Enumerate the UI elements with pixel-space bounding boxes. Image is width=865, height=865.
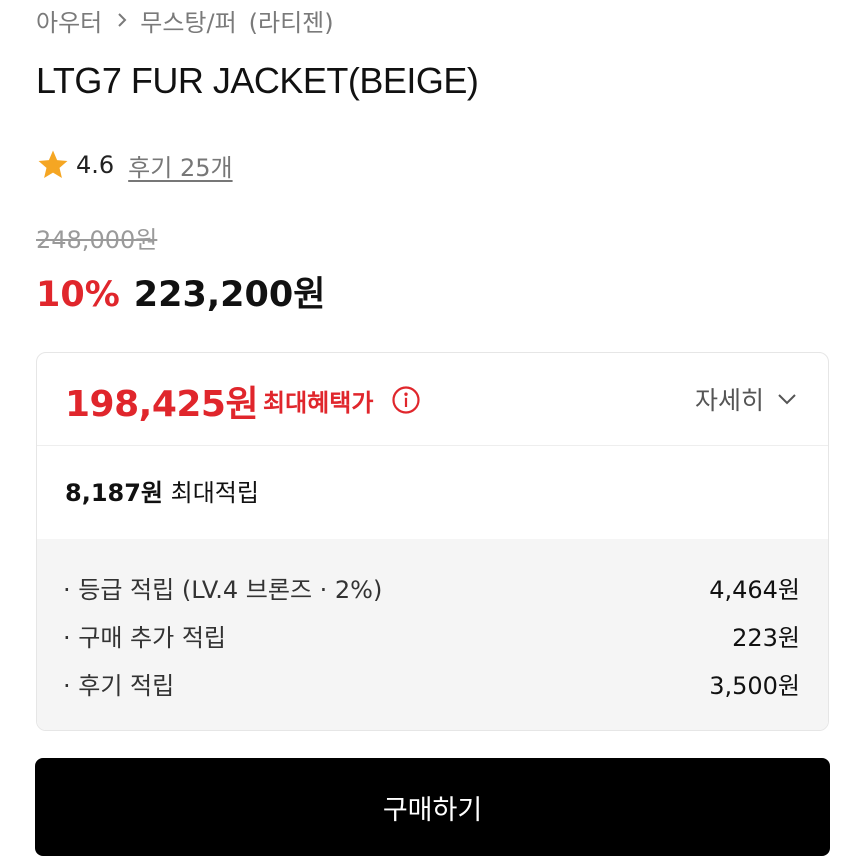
sale-price-row: 10% 223,200원	[36, 266, 325, 317]
best-price: 198,425원	[65, 384, 259, 425]
chevron-right-icon	[114, 12, 130, 28]
max-points-label: 최대적립	[170, 479, 259, 507]
points-line-label: · 구매 추가 적립	[63, 623, 226, 652]
benefit-card: 198,425원 최대혜택가 자세히 8,187원 최대적립 · 등급 적립 (…	[36, 352, 829, 731]
star-icon	[38, 150, 68, 179]
points-breakdown: · 등급 적립 (LV.4 브론즈 · 2%) 4,464원 · 구매 추가 적…	[37, 539, 828, 730]
detail-toggle-button[interactable]: 자세히	[695, 381, 798, 417]
points-line-value: 3,500원	[709, 671, 800, 700]
reviews-link[interactable]: 후기 25개	[128, 148, 232, 183]
max-points-amount: 8,187원	[65, 479, 163, 507]
discount-percent: 10%	[36, 275, 120, 315]
chevron-down-icon	[778, 394, 796, 405]
points-line-label: · 등급 적립 (LV.4 브론즈 · 2%)	[63, 575, 383, 604]
points-line-review: · 후기 적립 3,500원	[63, 665, 800, 701]
product-title: LTG7 FUR JACKET(BEIGE)	[36, 60, 479, 101]
benefit-card-header: 198,425원 최대혜택가 자세히	[37, 353, 828, 446]
sale-price: 223,200원	[133, 275, 326, 315]
points-line-label: · 후기 적립	[63, 671, 175, 700]
original-price: 248,000원	[36, 226, 158, 254]
points-line-value: 4,464원	[709, 575, 800, 604]
info-icon[interactable]	[391, 385, 421, 415]
points-line-purchase: · 구매 추가 적립 223원	[63, 617, 800, 653]
breadcrumb-category[interactable]: 아우터	[36, 3, 102, 38]
rating-score: 4.6	[76, 151, 115, 179]
breadcrumb-brand[interactable]: (라티젠)	[249, 3, 334, 38]
best-price-label: 최대혜택가	[263, 389, 374, 417]
points-line-value: 223원	[732, 623, 800, 652]
breadcrumb: 아우터 무스탕/퍼 (라티젠)	[36, 3, 334, 37]
max-points-row: 8,187원 최대적립	[65, 473, 259, 508]
rating-row: 4.6 후기 25개	[36, 146, 233, 184]
breadcrumb-subcategory[interactable]: 무스탕/퍼	[140, 3, 236, 38]
detail-label: 자세히	[694, 386, 764, 415]
buy-button[interactable]: 구매하기	[35, 758, 830, 856]
points-line-grade: · 등급 적립 (LV.4 브론즈 · 2%) 4,464원	[63, 569, 800, 605]
